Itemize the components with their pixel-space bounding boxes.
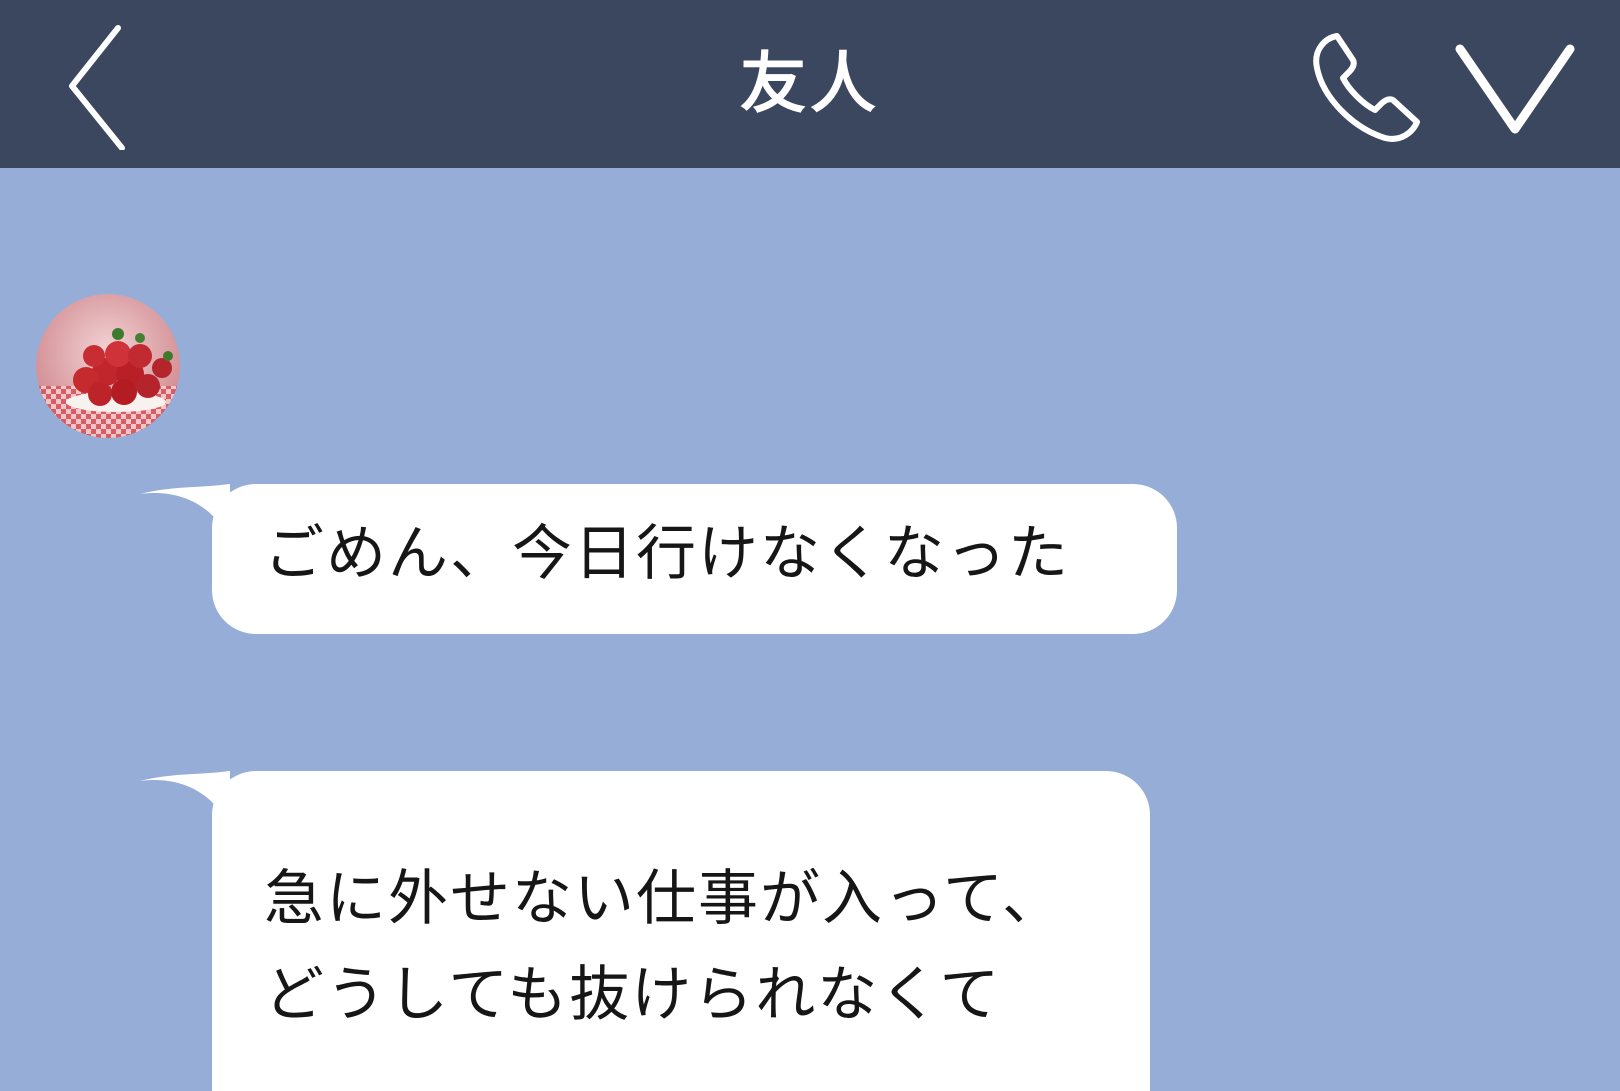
message-2: 急に外せない仕事が入って、 どうしても抜けられなくて xyxy=(140,771,1180,1091)
contact-avatar[interactable] xyxy=(36,294,180,438)
chat-header: 友人 xyxy=(0,0,1620,168)
strawberry-avatar xyxy=(36,294,180,438)
message-text-line-2: どうしても抜けられなくて xyxy=(264,960,1002,1030)
call-button[interactable] xyxy=(1305,28,1425,148)
message-bubble: ごめん、今日行けなくなった xyxy=(212,484,1177,634)
chat-area[interactable]: ごめん、今日行けなくなった 急に外せない仕事が入って、 どうしても抜けられなくて xyxy=(0,168,1620,1091)
menu-button[interactable] xyxy=(1450,35,1580,140)
chevron-down-icon xyxy=(1455,44,1575,134)
message-text: ごめん、今日行けなくなった xyxy=(264,519,1070,589)
message-1: ごめん、今日行けなくなった xyxy=(140,484,1180,634)
message-text-line-1: 急に外せない仕事が入って、 xyxy=(264,864,1064,934)
message-bubble: 急に外せない仕事が入って、 どうしても抜けられなくて xyxy=(212,771,1150,1091)
phone-icon xyxy=(1313,33,1420,142)
